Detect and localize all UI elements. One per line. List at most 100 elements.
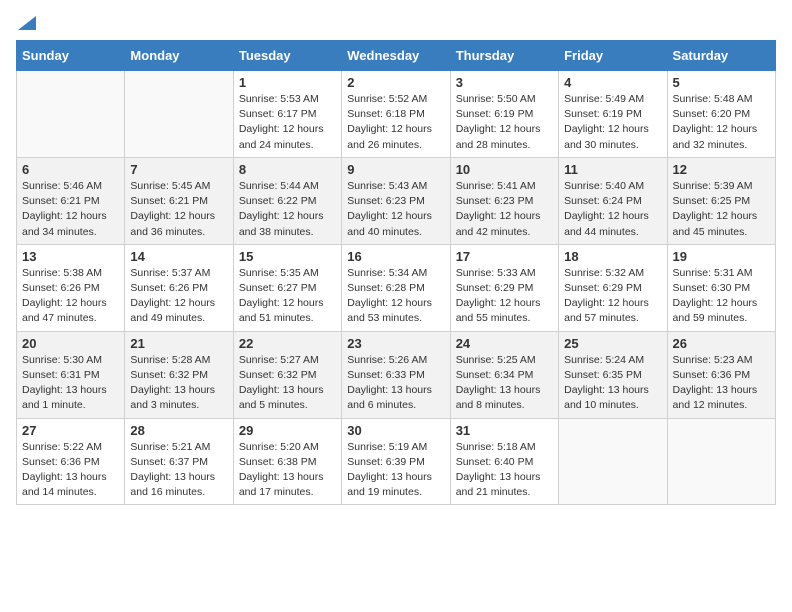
day-info: Sunrise: 5:40 AM Sunset: 6:24 PM Dayligh…: [564, 179, 661, 240]
calendar-cell: 3 Sunrise: 5:50 AM Sunset: 6:19 PM Daylig…: [450, 71, 558, 158]
calendar-cell: 30 Sunrise: 5:19 AM Sunset: 6:39 PM Dayli…: [342, 418, 450, 505]
day-info: Sunrise: 5:27 AM Sunset: 6:32 PM Dayligh…: [239, 353, 336, 414]
day-info: Sunrise: 5:24 AM Sunset: 6:35 PM Dayligh…: [564, 353, 661, 414]
day-info: Sunrise: 5:19 AM Sunset: 6:39 PM Dayligh…: [347, 440, 444, 501]
day-number: 18: [564, 249, 661, 264]
logo: [16, 16, 36, 30]
day-number: 21: [130, 336, 227, 351]
day-number: 12: [673, 162, 770, 177]
calendar-cell: 16 Sunrise: 5:34 AM Sunset: 6:28 PM Dayli…: [342, 244, 450, 331]
calendar-cell: 2 Sunrise: 5:52 AM Sunset: 6:18 PM Daylig…: [342, 71, 450, 158]
day-info: Sunrise: 5:38 AM Sunset: 6:26 PM Dayligh…: [22, 266, 119, 327]
day-info: Sunrise: 5:31 AM Sunset: 6:30 PM Dayligh…: [673, 266, 770, 327]
day-info: Sunrise: 5:45 AM Sunset: 6:21 PM Dayligh…: [130, 179, 227, 240]
calendar-cell: 25 Sunrise: 5:24 AM Sunset: 6:35 PM Dayli…: [559, 331, 667, 418]
day-info: Sunrise: 5:41 AM Sunset: 6:23 PM Dayligh…: [456, 179, 553, 240]
day-number: 16: [347, 249, 444, 264]
day-info: Sunrise: 5:18 AM Sunset: 6:40 PM Dayligh…: [456, 440, 553, 501]
day-info: Sunrise: 5:28 AM Sunset: 6:32 PM Dayligh…: [130, 353, 227, 414]
calendar-cell: 11 Sunrise: 5:40 AM Sunset: 6:24 PM Dayli…: [559, 157, 667, 244]
calendar-cell: 19 Sunrise: 5:31 AM Sunset: 6:30 PM Dayli…: [667, 244, 775, 331]
calendar-cell: 21 Sunrise: 5:28 AM Sunset: 6:32 PM Dayli…: [125, 331, 233, 418]
day-info: Sunrise: 5:44 AM Sunset: 6:22 PM Dayligh…: [239, 179, 336, 240]
col-header-monday: Monday: [125, 41, 233, 71]
col-header-sunday: Sunday: [17, 41, 125, 71]
day-info: Sunrise: 5:52 AM Sunset: 6:18 PM Dayligh…: [347, 92, 444, 153]
day-number: 20: [22, 336, 119, 351]
calendar-cell: 5 Sunrise: 5:48 AM Sunset: 6:20 PM Daylig…: [667, 71, 775, 158]
day-info: Sunrise: 5:20 AM Sunset: 6:38 PM Dayligh…: [239, 440, 336, 501]
day-number: 24: [456, 336, 553, 351]
day-number: 31: [456, 423, 553, 438]
col-header-wednesday: Wednesday: [342, 41, 450, 71]
day-number: 10: [456, 162, 553, 177]
calendar-cell: 1Sunrise: 5:53 AM Sunset: 6:17 PM Daylig…: [233, 71, 341, 158]
calendar-cell: [125, 71, 233, 158]
day-number: 3: [456, 75, 553, 90]
day-info: Sunrise: 5:22 AM Sunset: 6:36 PM Dayligh…: [22, 440, 119, 501]
day-number: 30: [347, 423, 444, 438]
day-number: 17: [456, 249, 553, 264]
calendar-cell: 27 Sunrise: 5:22 AM Sunset: 6:36 PM Dayli…: [17, 418, 125, 505]
day-number: 14: [130, 249, 227, 264]
day-number: 5: [673, 75, 770, 90]
col-header-friday: Friday: [559, 41, 667, 71]
col-header-thursday: Thursday: [450, 41, 558, 71]
day-info: Sunrise: 5:39 AM Sunset: 6:25 PM Dayligh…: [673, 179, 770, 240]
calendar-cell: 20 Sunrise: 5:30 AM Sunset: 6:31 PM Dayli…: [17, 331, 125, 418]
calendar-cell: [667, 418, 775, 505]
day-info: Sunrise: 5:33 AM Sunset: 6:29 PM Dayligh…: [456, 266, 553, 327]
day-number: 23: [347, 336, 444, 351]
day-number: 11: [564, 162, 661, 177]
calendar-cell: 29 Sunrise: 5:20 AM Sunset: 6:38 PM Dayli…: [233, 418, 341, 505]
header: [16, 16, 776, 30]
calendar-week-row: 27 Sunrise: 5:22 AM Sunset: 6:36 PM Dayli…: [17, 418, 776, 505]
day-info: Sunrise: 5:34 AM Sunset: 6:28 PM Dayligh…: [347, 266, 444, 327]
calendar-cell: 28Sunrise: 5:21 AM Sunset: 6:37 PM Dayli…: [125, 418, 233, 505]
day-info: Sunrise: 5:37 AM Sunset: 6:26 PM Dayligh…: [130, 266, 227, 327]
day-number: 7: [130, 162, 227, 177]
day-info: Sunrise: 5:23 AM Sunset: 6:36 PM Dayligh…: [673, 353, 770, 414]
day-number: 22: [239, 336, 336, 351]
day-number: 29: [239, 423, 336, 438]
day-number: 13: [22, 249, 119, 264]
calendar-cell: 15Sunrise: 5:35 AM Sunset: 6:27 PM Dayli…: [233, 244, 341, 331]
day-number: 1: [239, 75, 336, 90]
day-number: 26: [673, 336, 770, 351]
calendar-cell: 6Sunrise: 5:46 AM Sunset: 6:21 PM Daylig…: [17, 157, 125, 244]
calendar-table: SundayMondayTuesdayWednesdayThursdayFrid…: [16, 40, 776, 505]
calendar-cell: 10 Sunrise: 5:41 AM Sunset: 6:23 PM Dayli…: [450, 157, 558, 244]
calendar-cell: [17, 71, 125, 158]
calendar-cell: 26 Sunrise: 5:23 AM Sunset: 6:36 PM Dayli…: [667, 331, 775, 418]
calendar-cell: 12 Sunrise: 5:39 AM Sunset: 6:25 PM Dayli…: [667, 157, 775, 244]
calendar-cell: 13 Sunrise: 5:38 AM Sunset: 6:26 PM Dayli…: [17, 244, 125, 331]
calendar-cell: 22 Sunrise: 5:27 AM Sunset: 6:32 PM Dayli…: [233, 331, 341, 418]
day-info: Sunrise: 5:48 AM Sunset: 6:20 PM Dayligh…: [673, 92, 770, 153]
calendar-cell: 14 Sunrise: 5:37 AM Sunset: 6:26 PM Dayli…: [125, 244, 233, 331]
calendar-cell: 24Sunrise: 5:25 AM Sunset: 6:34 PM Dayli…: [450, 331, 558, 418]
day-number: 15: [239, 249, 336, 264]
day-number: 19: [673, 249, 770, 264]
calendar-cell: [559, 418, 667, 505]
calendar-cell: 8Sunrise: 5:44 AM Sunset: 6:22 PM Daylig…: [233, 157, 341, 244]
calendar-cell: 7 Sunrise: 5:45 AM Sunset: 6:21 PM Daylig…: [125, 157, 233, 244]
day-info: Sunrise: 5:32 AM Sunset: 6:29 PM Dayligh…: [564, 266, 661, 327]
col-header-saturday: Saturday: [667, 41, 775, 71]
calendar-week-row: 20 Sunrise: 5:30 AM Sunset: 6:31 PM Dayli…: [17, 331, 776, 418]
day-info: Sunrise: 5:49 AM Sunset: 6:19 PM Dayligh…: [564, 92, 661, 153]
day-info: Sunrise: 5:43 AM Sunset: 6:23 PM Dayligh…: [347, 179, 444, 240]
day-info: Sunrise: 5:50 AM Sunset: 6:19 PM Dayligh…: [456, 92, 553, 153]
day-number: 25: [564, 336, 661, 351]
calendar-cell: 17 Sunrise: 5:33 AM Sunset: 6:29 PM Dayli…: [450, 244, 558, 331]
calendar-cell: 9 Sunrise: 5:43 AM Sunset: 6:23 PM Daylig…: [342, 157, 450, 244]
day-number: 9: [347, 162, 444, 177]
col-header-tuesday: Tuesday: [233, 41, 341, 71]
day-info: Sunrise: 5:21 AM Sunset: 6:37 PM Dayligh…: [130, 440, 227, 501]
calendar-cell: 23 Sunrise: 5:26 AM Sunset: 6:33 PM Dayli…: [342, 331, 450, 418]
day-info: Sunrise: 5:26 AM Sunset: 6:33 PM Dayligh…: [347, 353, 444, 414]
calendar-cell: 18 Sunrise: 5:32 AM Sunset: 6:29 PM Dayli…: [559, 244, 667, 331]
day-number: 2: [347, 75, 444, 90]
calendar-cell: 31 Sunrise: 5:18 AM Sunset: 6:40 PM Dayli…: [450, 418, 558, 505]
day-info: Sunrise: 5:30 AM Sunset: 6:31 PM Dayligh…: [22, 353, 119, 414]
day-number: 27: [22, 423, 119, 438]
